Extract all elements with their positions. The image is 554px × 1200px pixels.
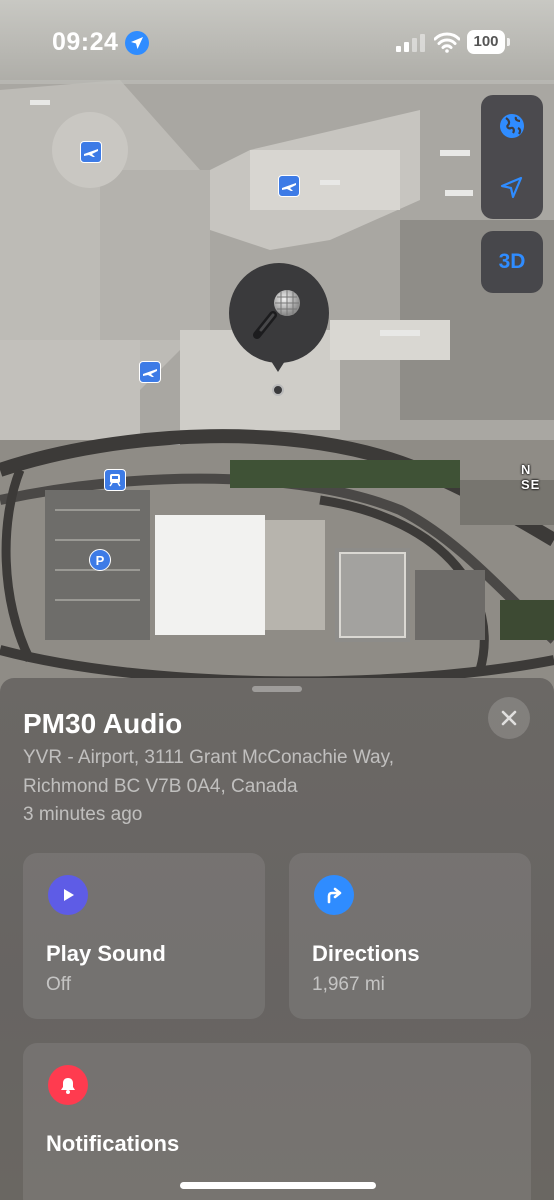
- map-controls: [481, 95, 543, 219]
- airport-icon[interactable]: [80, 141, 102, 163]
- status-time: 09:24: [52, 28, 119, 56]
- status-bar: 09:24 100: [0, 0, 554, 84]
- location-arrow-icon: [125, 31, 149, 55]
- close-button[interactable]: [488, 697, 530, 739]
- directions-arrow-icon: [314, 875, 354, 915]
- pin-location-dot: [272, 384, 284, 396]
- device-pin[interactable]: [229, 263, 329, 363]
- close-icon: [501, 710, 517, 726]
- device-detail-sheet: PM30 Audio YVR - Airport, 3111 Grant McC…: [0, 678, 554, 1200]
- location-icon: [500, 176, 523, 199]
- track-location-button[interactable]: [481, 157, 543, 219]
- airport-icon[interactable]: [278, 175, 300, 197]
- bell-icon: [48, 1065, 88, 1105]
- home-indicator[interactable]: [180, 1182, 376, 1189]
- last-seen-time: 3 minutes ago: [23, 804, 143, 825]
- play-sound-status: Off: [46, 974, 71, 995]
- road-label: N SE: [521, 462, 541, 492]
- view-3d-control: 3D: [481, 231, 543, 293]
- microphone-icon: [253, 290, 300, 339]
- directions-button[interactable]: Directions 1,967 mi: [289, 853, 531, 1019]
- address-line-2: Richmond BC V7B 0A4, Canada: [23, 776, 298, 797]
- play-sound-button[interactable]: Play Sound Off: [23, 853, 265, 1019]
- cellular-signal-icon: [396, 34, 425, 52]
- map-mode-button[interactable]: [481, 95, 543, 157]
- device-title: PM30 Audio: [23, 708, 183, 739]
- globe-icon: [500, 114, 524, 138]
- sheet-grabber[interactable]: [252, 686, 302, 692]
- play-sound-label: Play Sound: [46, 941, 166, 966]
- directions-label: Directions: [312, 941, 420, 966]
- train-icon[interactable]: [104, 469, 126, 491]
- pin-pointer: [264, 350, 292, 372]
- notifications-label: Notifications: [46, 1131, 180, 1156]
- directions-distance: 1,967 mi: [312, 974, 385, 995]
- wifi-icon: [434, 32, 460, 53]
- parking-icon[interactable]: P: [89, 549, 111, 571]
- play-icon: [48, 875, 88, 915]
- view-3d-button[interactable]: 3D: [481, 231, 543, 293]
- notifications-section[interactable]: Notifications: [23, 1043, 531, 1200]
- airport-icon[interactable]: [139, 361, 161, 383]
- battery-icon: 100: [467, 30, 510, 54]
- address-line-1: YVR - Airport, 3111 Grant McConachie Way…: [23, 747, 394, 768]
